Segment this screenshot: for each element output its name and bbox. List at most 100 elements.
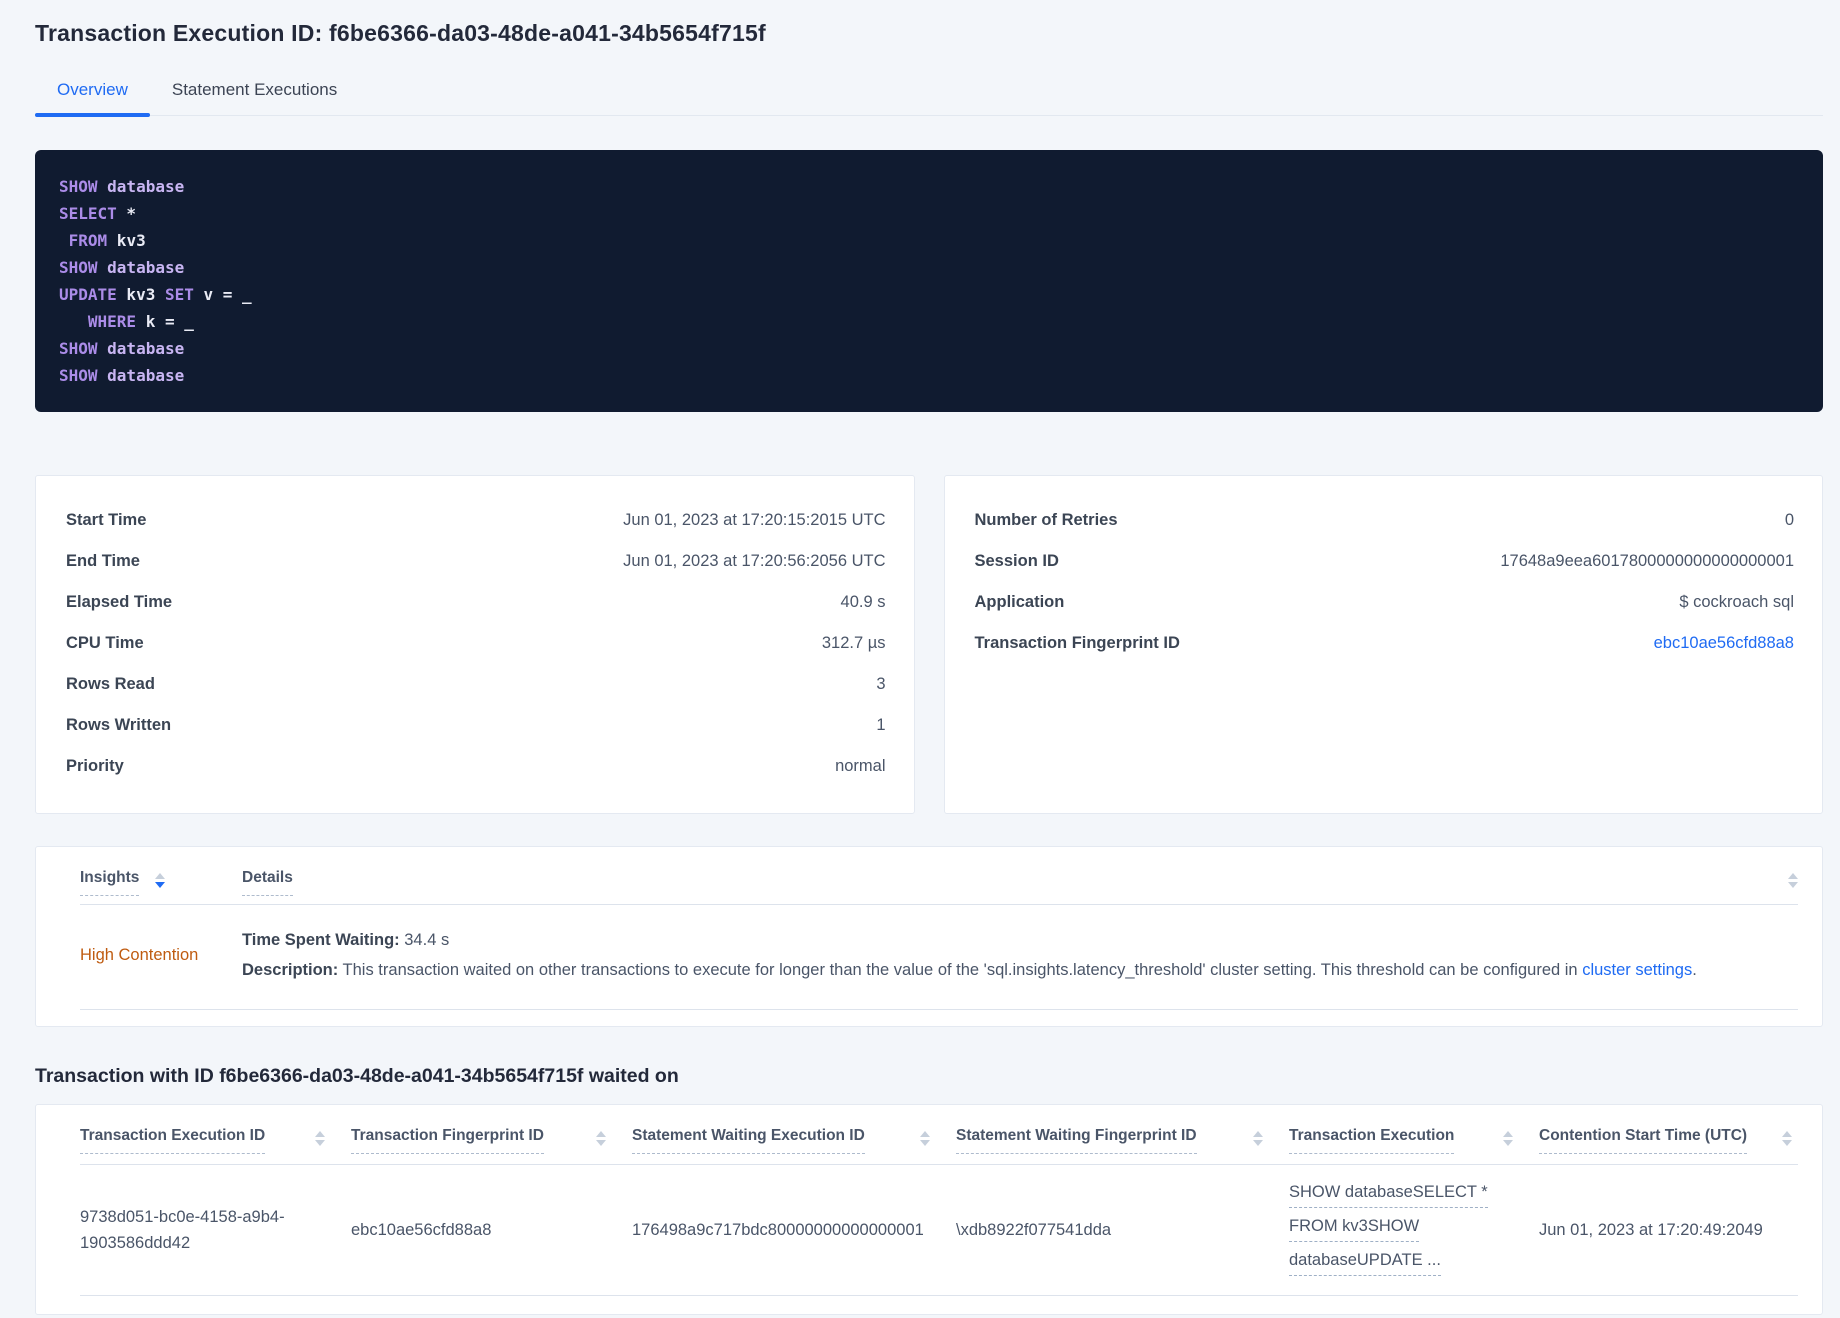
transaction-details-page: Transaction Execution ID: f6be6366-da03-… (0, 0, 1840, 1315)
tab-bar: Overview Statement Executions (35, 71, 1823, 117)
column-header-transaction-execution[interactable]: Transaction Execution (1289, 1127, 1539, 1154)
column-header-statement-waiting-execution-id[interactable]: Statement Waiting Execution ID (632, 1127, 956, 1154)
sort-icon[interactable] (1782, 1131, 1792, 1146)
details-column-header[interactable]: Details (242, 869, 1788, 896)
row-label: Start Time (66, 511, 147, 529)
column-header-label[interactable]: Transaction Fingerprint ID (351, 1127, 544, 1154)
summary-row-number-of-retries: Number of Retries 0 (975, 500, 1795, 541)
sql-keyword: SHOW (59, 258, 98, 277)
sort-icon[interactable] (155, 873, 166, 896)
sort-up-icon (596, 1131, 606, 1137)
column-header-label[interactable]: Statement Waiting Fingerprint ID (956, 1127, 1197, 1154)
sql-keyword: database (97, 177, 185, 196)
summary-cards: Start Time Jun 01, 2023 at 17:20:15:2015… (35, 475, 1823, 814)
sql-keyword: database (97, 258, 185, 277)
summary-card-right: Number of Retries 0 Session ID 17648a9ee… (943, 475, 1823, 814)
sort-up-icon (1503, 1131, 1513, 1137)
column-header-label[interactable]: Statement Waiting Execution ID (632, 1127, 865, 1154)
column-header-statement-waiting-fingerprint-id[interactable]: Statement Waiting Fingerprint ID (956, 1127, 1289, 1154)
row-label: End Time (66, 552, 140, 570)
sort-icon[interactable] (596, 1131, 606, 1146)
row-label: Number of Retries (974, 511, 1118, 529)
sql-keyword: SET (164, 285, 194, 304)
sort-icon[interactable] (1788, 873, 1798, 888)
insight-details-cell: Time Spent Waiting: 34.4 s Description: … (242, 925, 1798, 985)
sort-icon[interactable] (1253, 1131, 1263, 1146)
summary-row-transaction-fingerprint-id: Transaction Fingerprint ID ebc10ae56cfd8… (975, 623, 1795, 664)
sort-up-icon (920, 1131, 930, 1137)
row-value: $ cockroach sql (1679, 593, 1794, 611)
row-label: Session ID (974, 552, 1059, 570)
sql-line: SHOW database (59, 173, 1799, 200)
cell-transaction-execution[interactable]: SHOW databaseSELECT * FROM kv3SHOW datab… (1289, 1179, 1539, 1281)
tab-statement-executions[interactable]: Statement Executions (150, 71, 359, 115)
sql-keyword: SHOW (59, 366, 98, 385)
insights-header-label[interactable]: Insights (80, 869, 140, 896)
summary-row-priority: Priority normal (66, 746, 886, 787)
sql-line: UPDATE kv3 SET v = _ (59, 281, 1799, 308)
sql-statements-box: SHOW database SELECT * FROM kv3 SHOW dat… (35, 150, 1823, 412)
sort-down-icon (315, 1140, 325, 1146)
insight-type-badge: High Contention (80, 945, 199, 964)
sql-line: SHOW database (59, 254, 1799, 281)
transaction-execution-link-line[interactable]: databaseUPDATE ... (1289, 1247, 1441, 1276)
description-text: This transaction waited on other transac… (338, 961, 1583, 979)
row-value: 0 (1784, 511, 1794, 529)
page-title: Transaction Execution ID: f6be6366-da03-… (35, 20, 766, 46)
cell-statement-waiting-fingerprint-id: \xdb8922f077541dda (956, 1221, 1112, 1239)
divider (80, 1295, 1798, 1296)
sort-down-icon (1503, 1140, 1513, 1146)
description-label: Description: (242, 961, 339, 979)
summary-row-application: Application $ cockroach sql (975, 582, 1795, 623)
cell-transaction-fingerprint-id: ebc10ae56cfd88a8 (351, 1221, 492, 1239)
row-label: Transaction Fingerprint ID (974, 634, 1180, 652)
insights-column-header[interactable]: Insights (80, 869, 242, 896)
sql-keyword: SELECT (59, 204, 117, 223)
sort-up-icon (1782, 1131, 1792, 1137)
cell-statement-waiting-execution-id: 176498a9c717bdc80000000000000001 (632, 1221, 924, 1239)
cluster-settings-link[interactable]: cluster settings (1582, 961, 1692, 979)
sort-up-icon (155, 873, 166, 879)
insights-table-header: Insights Details (80, 853, 1798, 904)
row-value: 1 (876, 716, 886, 734)
column-header-label[interactable]: Transaction Execution ID (80, 1127, 266, 1154)
column-header-transaction-execution-id[interactable]: Transaction Execution ID (80, 1127, 351, 1154)
summary-card-left: Start Time Jun 01, 2023 at 17:20:15:2015… (35, 475, 915, 814)
column-header-label[interactable]: Transaction Execution (1289, 1127, 1455, 1154)
waited-on-table-header: Transaction Execution ID Transaction Fin… (80, 1105, 1798, 1164)
column-header-label[interactable]: Contention Start Time (UTC) (1539, 1127, 1748, 1154)
row-value: 3 (876, 675, 886, 693)
cell-transaction-execution-id: 9738d051-bc0e-4158-a9b4-1903586ddd42 (80, 1208, 285, 1252)
transaction-execution-link-line[interactable]: FROM kv3SHOW (1289, 1213, 1420, 1242)
column-header-transaction-fingerprint-id[interactable]: Transaction Fingerprint ID (351, 1127, 632, 1154)
row-value: 312.7 µs (821, 634, 886, 652)
insights-table: Insights Details High Contention Time Sp… (35, 846, 1823, 1027)
sort-icon[interactable] (1503, 1131, 1513, 1146)
sort-up-icon (1788, 873, 1798, 879)
sort-up-icon (315, 1131, 325, 1137)
summary-row-elapsed-time: Elapsed Time 40.9 s (66, 582, 886, 623)
sql-line: SHOW database (59, 335, 1799, 362)
row-value: Jun 01, 2023 at 17:20:15:2015 UTC (623, 511, 886, 529)
transaction-execution-link-line[interactable]: SHOW databaseSELECT * (1289, 1179, 1488, 1208)
summary-row-session-id: Session ID 17648a9eea6017800000000000000… (975, 541, 1795, 582)
sql-text: k = _ (136, 312, 194, 331)
sort-icon[interactable] (920, 1131, 930, 1146)
sql-keyword: SHOW (59, 339, 98, 358)
card-footer-spacer (80, 1010, 1798, 1026)
sql-line: FROM kv3 (59, 227, 1799, 254)
details-header-label[interactable]: Details (242, 869, 293, 896)
row-value: Jun 01, 2023 at 17:20:56:2056 UTC (623, 552, 886, 570)
tab-overview[interactable]: Overview (35, 71, 150, 117)
sql-text: * (116, 204, 137, 223)
sort-icon[interactable] (315, 1131, 325, 1146)
sql-keyword: SHOW (59, 177, 98, 196)
table-row: 9738d051-bc0e-4158-a9b4-1903586ddd42 ebc… (80, 1165, 1798, 1295)
summary-row-rows-read: Rows Read 3 (66, 664, 886, 705)
sql-keyword: UPDATE (59, 285, 117, 304)
transaction-fingerprint-id-link[interactable]: ebc10ae56cfd88a8 (1654, 634, 1794, 653)
row-label: Priority (66, 757, 124, 775)
row-value: normal (835, 757, 886, 775)
column-header-contention-start-time[interactable]: Contention Start Time (UTC) (1539, 1127, 1798, 1154)
sql-line: SELECT * (59, 200, 1799, 227)
